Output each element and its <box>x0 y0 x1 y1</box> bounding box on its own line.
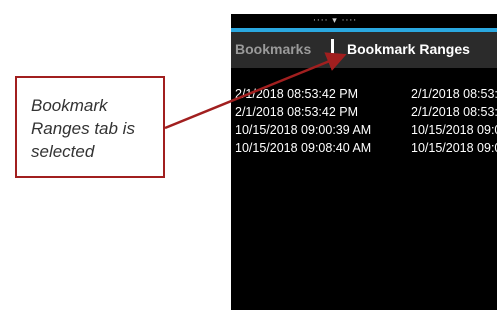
callout-arrow <box>164 52 347 130</box>
arrow-line <box>164 52 347 130</box>
